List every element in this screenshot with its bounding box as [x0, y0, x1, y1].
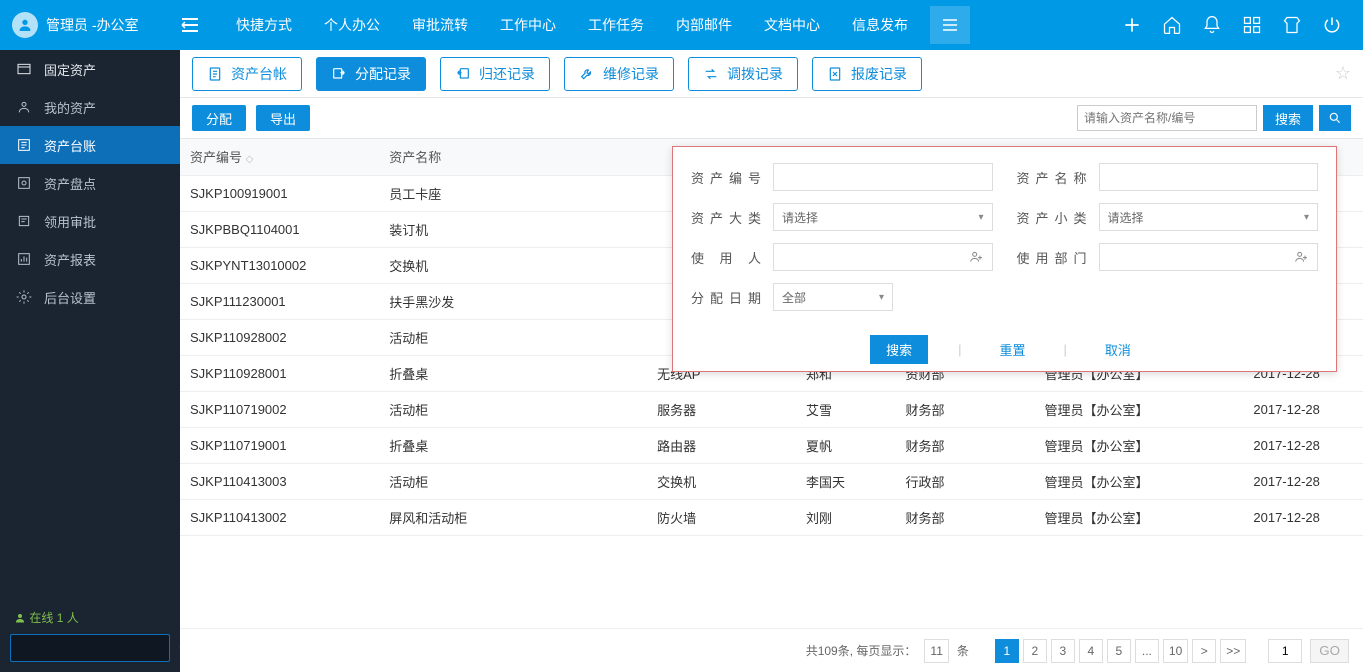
theme-icon[interactable]	[1281, 14, 1303, 36]
filter-asset-name[interactable]	[1099, 163, 1319, 191]
col-asset-name[interactable]: 资产名称	[379, 139, 647, 175]
advanced-search-button[interactable]	[1319, 105, 1351, 131]
page->>[interactable]: >>	[1220, 639, 1246, 663]
tab-transfer[interactable]: 调拨记录	[688, 57, 798, 91]
sidebar-item-label: 后台设置	[44, 288, 96, 307]
search-button[interactable]: 搜索	[1263, 105, 1313, 131]
sidebar-item-label: 我的资产	[44, 98, 96, 117]
page-10[interactable]: 10	[1163, 639, 1188, 663]
tab-scrap[interactable]: 报废记录	[812, 57, 922, 91]
filter-category-minor[interactable]: 请选择▾	[1099, 203, 1319, 231]
bell-icon[interactable]	[1201, 14, 1223, 36]
tab-assign[interactable]: 分配记录	[316, 57, 426, 91]
nav-personal[interactable]: 个人办公	[308, 0, 396, 50]
table-row[interactable]: SJKP110413002屏风和活动柜防火墙刘刚财务部管理员【办公室】2017-…	[180, 499, 1363, 535]
search-input[interactable]	[1077, 105, 1257, 131]
power-icon[interactable]	[1321, 14, 1343, 36]
page-...[interactable]: ...	[1135, 639, 1159, 663]
avatar[interactable]	[12, 12, 38, 38]
plus-icon[interactable]	[1121, 14, 1143, 36]
tab-label: 归还记录	[479, 64, 535, 84]
sidebar-item-label: 固定资产	[44, 60, 96, 79]
page-2[interactable]: 2	[1023, 639, 1047, 663]
home-icon[interactable]	[1161, 14, 1183, 36]
advanced-search-popup: 资产编号 资产名称 资产大类请选择▾ 资产小类请选择▾ 使用人 使用部门 分配日…	[672, 146, 1337, 372]
col-asset-id[interactable]: 资产编号 ◇	[180, 139, 379, 175]
sidebar-item-fixed-assets[interactable]: 固定资产	[0, 50, 180, 88]
chevron-down-icon: ▾	[879, 292, 884, 303]
top-nav: 快捷方式 个人办公 审批流转 工作中心 工作任务 内部邮件 文档中心 信息发布	[220, 0, 970, 50]
nav-tasks[interactable]: 工作任务	[572, 0, 660, 50]
sidebar-item-my-assets[interactable]: 我的资产	[0, 88, 180, 126]
nav-docs[interactable]: 文档中心	[748, 0, 836, 50]
popup-search-button[interactable]: 搜索	[870, 335, 928, 364]
page-1[interactable]: 1	[995, 639, 1019, 663]
tab-label: 维修记录	[603, 64, 659, 84]
sidebar-item-settings[interactable]: 后台设置	[0, 278, 180, 316]
tab-return[interactable]: 归还记录	[440, 57, 550, 91]
tab-label: 资产台帐	[231, 64, 287, 84]
goto-page-input[interactable]	[1268, 639, 1302, 663]
table-row[interactable]: SJKP110719001折叠桌路由器夏帆财务部管理员【办公室】2017-12-…	[180, 427, 1363, 463]
online-status: 在线 1 人	[10, 609, 170, 626]
table-row[interactable]: SJKP110719002活动柜服务器艾雪财务部管理员【办公室】2017-12-…	[180, 391, 1363, 427]
tab-label: 分配记录	[355, 64, 411, 84]
sidebar-item-asset-ledger[interactable]: 资产台账	[0, 126, 180, 164]
tab-repair[interactable]: 维修记录	[564, 57, 674, 91]
person-picker-icon[interactable]	[968, 249, 984, 265]
nav-publish[interactable]: 信息发布	[836, 0, 924, 50]
page->[interactable]: >	[1192, 639, 1216, 663]
nav-more[interactable]	[930, 6, 970, 44]
page-3[interactable]: 3	[1051, 639, 1075, 663]
filter-asset-id[interactable]	[773, 163, 993, 191]
page-4[interactable]: 4	[1079, 639, 1103, 663]
nav-mail[interactable]: 内部邮件	[660, 0, 748, 50]
sidebar-item-label: 资产盘点	[44, 174, 96, 193]
sidebar-search-input[interactable]	[11, 641, 178, 655]
nav-approval[interactable]: 审批流转	[396, 0, 484, 50]
page-5[interactable]: 5	[1107, 639, 1131, 663]
pager-total: 共109条, 每页显示：	[806, 642, 917, 659]
nav-workcenter[interactable]: 工作中心	[484, 0, 572, 50]
filter-user[interactable]	[773, 243, 993, 271]
sort-icon[interactable]: ◇	[246, 154, 254, 165]
tab-ledger[interactable]: 资产台帐	[192, 57, 302, 91]
filter-category-major[interactable]: 请选择▾	[773, 203, 993, 231]
sidebar-item-label: 资产报表	[44, 250, 96, 269]
pagination: 共109条, 每页显示： 11 条 12345...10>>> GO	[180, 628, 1363, 672]
sidebar-item-label: 资产台账	[44, 136, 96, 155]
tab-label: 报废记录	[851, 64, 907, 84]
sidebar-item-inventory[interactable]: 资产盘点	[0, 164, 180, 202]
sidebar-item-reports[interactable]: 资产报表	[0, 240, 180, 278]
user-label: 管理员 -办公室	[46, 15, 139, 35]
sidebar-toggle[interactable]	[180, 17, 220, 33]
chevron-down-icon: ▾	[1304, 212, 1309, 223]
sidebar-item-borrow-approval[interactable]: 领用审批	[0, 202, 180, 240]
goto-button[interactable]: GO	[1310, 639, 1349, 663]
star-icon[interactable]: ☆	[1335, 63, 1351, 84]
export-button[interactable]: 导出	[256, 105, 310, 131]
filter-dept[interactable]	[1099, 243, 1319, 271]
assign-button[interactable]: 分配	[192, 105, 246, 131]
chevron-down-icon: ▾	[978, 212, 983, 223]
popup-reset-button[interactable]: 重置	[991, 340, 1033, 359]
table-row[interactable]: SJKP110413003活动柜交换机李国天行政部管理员【办公室】2017-12…	[180, 463, 1363, 499]
per-page-select[interactable]: 11	[924, 639, 948, 663]
nav-shortcut[interactable]: 快捷方式	[220, 0, 308, 50]
sidebar-search[interactable]	[10, 634, 170, 662]
apps-icon[interactable]	[1241, 14, 1263, 36]
filter-date[interactable]: 全部▾	[773, 283, 893, 311]
tab-label: 调拨记录	[727, 64, 783, 84]
person-picker-icon[interactable]	[1293, 249, 1309, 265]
popup-cancel-button[interactable]: 取消	[1097, 340, 1139, 359]
sidebar-item-label: 领用审批	[44, 212, 96, 231]
